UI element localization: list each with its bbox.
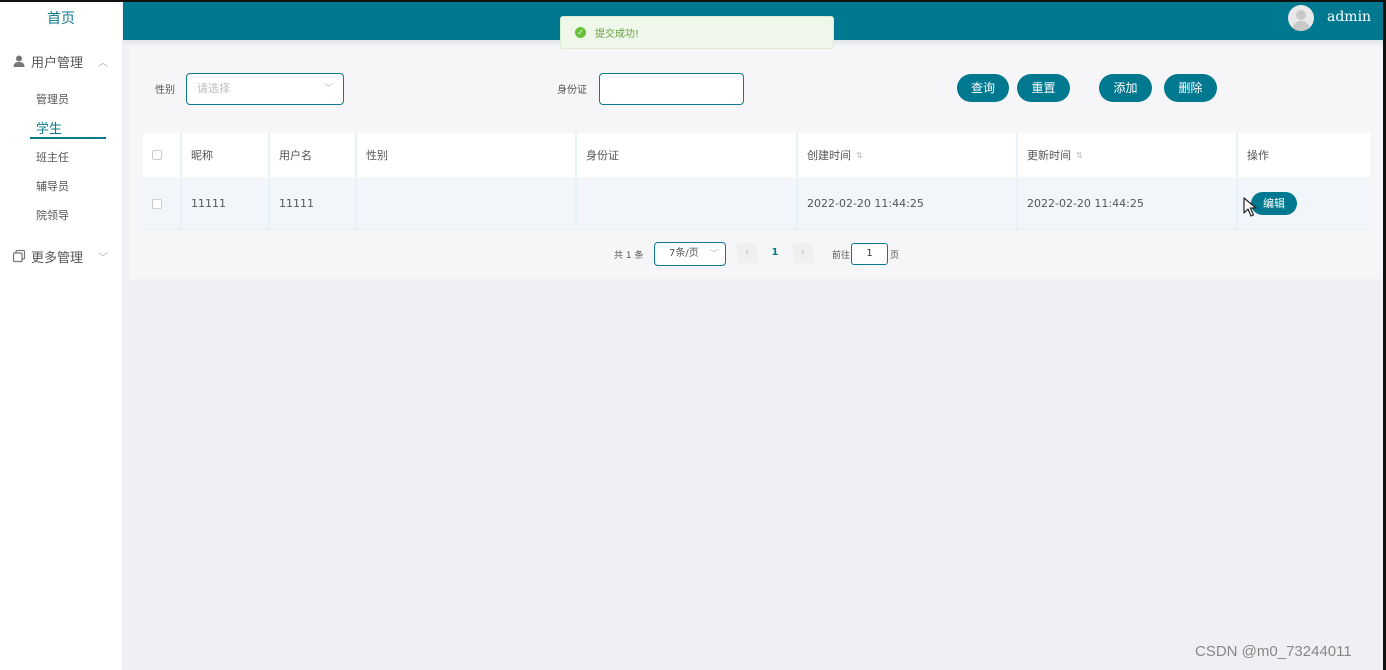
sidebar-group-label: 更多管理 [31,250,84,266]
sidebar-group-more-management[interactable]: 更多管理 ﹀ [0,241,122,271]
sort-icon[interactable]: ⇅ [856,151,863,160]
chevron-down-icon: ﹀ [710,249,718,258]
chevron-right-icon: › [801,247,805,258]
chevron-left-icon: ‹ [745,247,749,258]
cell-username: 11111 [270,178,357,229]
sidebar-group-label: 用户管理 [31,55,84,71]
next-page-button[interactable]: › [793,243,813,263]
column-header-gender: 性别 [357,133,577,177]
pagination-total: 共 1 条 [614,251,644,261]
delete-button[interactable]: 删除 [1164,74,1217,102]
column-header-created[interactable]: 创建时间 ⇅ [798,133,1018,177]
sidebar: 首页 用户管理 ︿ 管理员 学生 班主任 辅导员 院领导 更多管理 ﹀ [0,2,122,670]
sidebar-item-dean[interactable]: 院领导 [36,207,69,223]
gender-select-placeholder: 请选择 [197,82,230,95]
user-icon [13,55,25,67]
avatar[interactable] [1288,5,1314,31]
query-button[interactable]: 查询 [957,74,1009,102]
edit-button[interactable]: 编辑 [1251,192,1297,215]
sidebar-home[interactable]: 首页 [0,2,122,36]
column-header-idcard: 身份证 [577,133,798,177]
chevron-up-icon: ︿ [98,57,108,69]
row-select-cell [143,178,182,229]
sort-icon[interactable]: ⇅ [1076,151,1083,160]
reset-button[interactable]: 重置 [1017,74,1070,102]
column-header-nickname: 昵称 [182,133,270,177]
gender-label: 性别 [155,85,175,96]
mouse-cursor-icon [1243,197,1257,217]
cell-created: 2022-02-20 11:44:25 [798,178,1018,229]
goto-page-input[interactable]: 1 [851,243,888,265]
goto-label: 前往 [832,251,851,261]
cell-nickname: 11111 [182,178,270,229]
row-checkbox[interactable] [152,198,162,209]
column-header-actions: 操作 [1247,149,1269,162]
idcard-input[interactable] [599,73,744,105]
select-all-cell [143,133,182,177]
sidebar-item-admin[interactable]: 管理员 [36,91,69,107]
chevron-down-icon: ﹀ [98,252,108,264]
sidebar-group-user-management[interactable]: 用户管理 ︿ [0,46,122,76]
sidebar-item-head-teacher[interactable]: 班主任 [36,149,69,165]
cell-idcard [577,178,798,229]
sidebar-item-student[interactable]: 学生 [36,118,62,137]
select-all-checkbox[interactable] [152,150,162,160]
table-bottom-border [143,229,1370,230]
idcard-label: 身份证 [557,85,587,96]
sidebar-item-counselor[interactable]: 辅导员 [36,178,69,194]
sidebar-active-indicator [30,137,106,139]
column-header-username: 用户名 [270,133,357,177]
table-row: 11111 11111 2022-02-20 11:44:25 2022-02-… [143,178,1370,229]
page-size-select[interactable]: 7条/页 ﹀ [654,242,726,266]
username[interactable]: admin [1327,9,1371,25]
table-header-row: 昵称 用户名 性别 身份证 创建时间 ⇅ 更新时间 ⇅ 操作 [143,133,1370,177]
goto-suffix: 页 [890,251,900,261]
prev-page-button[interactable]: ‹ [737,243,757,263]
gender-select[interactable]: 请选择 ﹀ [186,73,344,105]
page-size-value: 7条/页 [669,248,699,259]
watermark: CSDN @m0_73244011 [1195,643,1352,660]
add-button[interactable]: 添加 [1099,74,1152,102]
check-circle-icon: ✓ [575,27,586,38]
toast-message: 提交成功! [595,29,640,40]
cell-gender [357,178,577,229]
copy-icon [12,249,26,263]
cell-updated: 2022-02-20 11:44:25 [1018,178,1238,229]
current-page[interactable]: 1 [761,242,789,264]
column-header-updated[interactable]: 更新时间 ⇅ [1018,133,1238,177]
chevron-down-icon: ﹀ [323,84,333,94]
success-toast: ✓ 提交成功! [560,16,834,49]
